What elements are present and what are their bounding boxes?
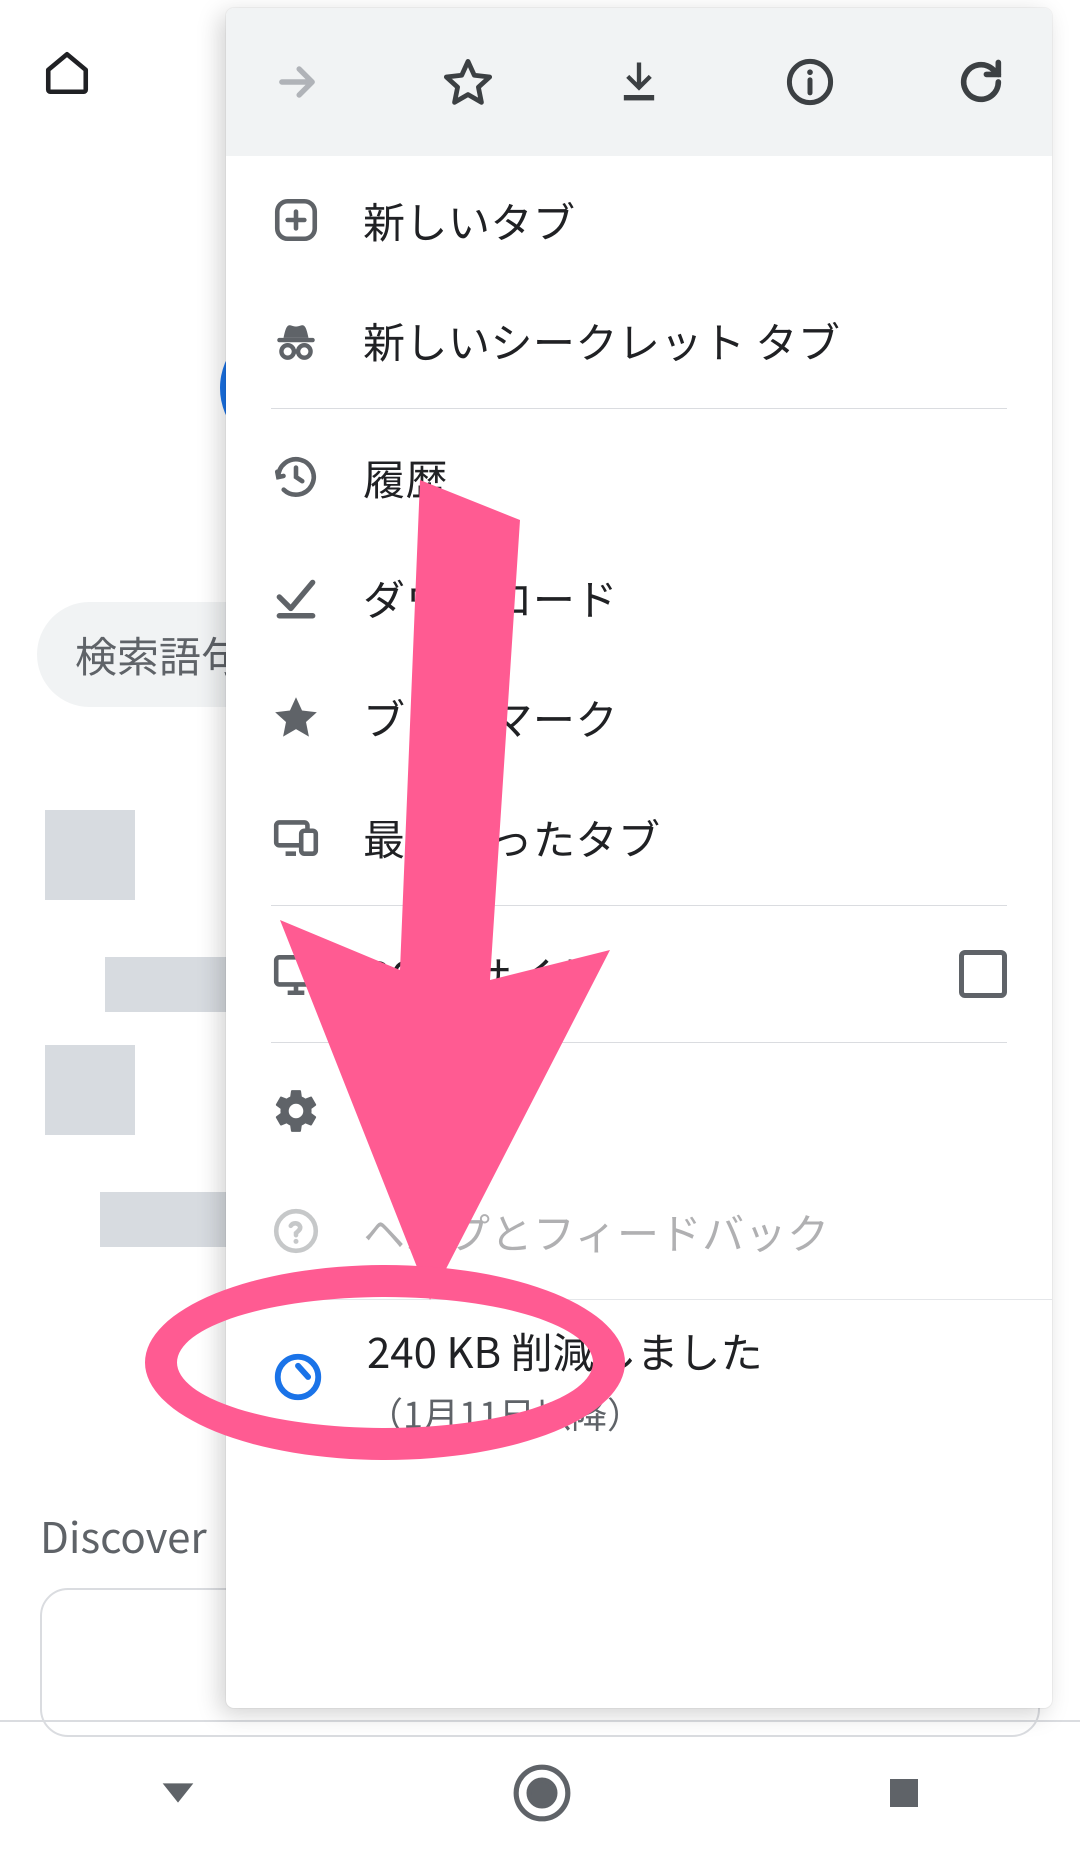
menu-item-desktop-site[interactable]: PC 版サイト (226, 914, 1052, 1034)
menu-item-label: PC 版サイト (363, 944, 597, 1005)
home-icon[interactable] (42, 48, 92, 98)
discover-heading: Discover (40, 1505, 207, 1566)
gear-icon (271, 1086, 321, 1136)
data-saver-text: 240 KB 削減しました （1月11日以降） (367, 1320, 762, 1439)
desktop-icon (271, 949, 321, 999)
shortcut-label (105, 957, 230, 1012)
menu-item-help[interactable]: ヘルプとフィードバック (226, 1171, 1052, 1291)
download-button[interactable] (613, 56, 665, 108)
recents-icon[interactable] (883, 1772, 925, 1814)
help-icon (271, 1206, 321, 1256)
menu-item-recent-tabs[interactable]: 最近使ったタブ (226, 777, 1052, 897)
home-nav-icon[interactable] (511, 1762, 573, 1824)
menu-item-incognito[interactable]: 新しいシークレット タブ (226, 280, 1052, 400)
info-button[interactable] (784, 56, 836, 108)
menu-toolbar (226, 8, 1052, 156)
search-placeholder: 検索語句 (75, 624, 243, 685)
menu-item-history[interactable]: 履歴 (226, 417, 1052, 537)
menu-item-label: 新しいタブ (363, 190, 576, 251)
menu-item-label: ブックマーク (363, 687, 618, 748)
menu-item-label: 新しいシークレット タブ (363, 310, 840, 371)
menu-item-label: ダウンロード (363, 567, 618, 628)
menu-list: 新しいタブ 新しいシークレット タブ (226, 156, 1052, 1463)
overflow-menu: 新しいタブ 新しいシークレット タブ (226, 8, 1052, 1708)
plus-box-icon (271, 195, 321, 245)
menu-item-bookmarks[interactable]: ブックマーク (226, 657, 1052, 777)
data-saver-title: 240 KB 削減しました (367, 1320, 762, 1381)
download-done-icon (271, 572, 321, 622)
forward-button[interactable] (271, 56, 323, 108)
menu-item-downloads[interactable]: ダウンロード (226, 537, 1052, 657)
star-filled-icon (271, 692, 321, 742)
divider (271, 1042, 1007, 1043)
desktop-checkbox[interactable] (959, 950, 1007, 998)
data-saver-banner[interactable]: 240 KB 削減しました （1月11日以降） (226, 1299, 1052, 1463)
android-nav-bar (0, 1730, 1080, 1855)
divider (271, 408, 1007, 409)
menu-item-label: 最近使ったタブ (363, 807, 661, 868)
star-button[interactable] (442, 56, 494, 108)
menu-item-new-tab[interactable]: 新しいタブ (226, 160, 1052, 280)
divider (271, 905, 1007, 906)
shortcut-tile[interactable] (45, 810, 135, 900)
devices-icon (271, 812, 321, 862)
reload-button[interactable] (955, 56, 1007, 108)
shortcut-label (100, 1192, 230, 1247)
incognito-icon (271, 315, 321, 365)
menu-item-label: ヘルプとフィードバック (363, 1201, 830, 1262)
back-icon[interactable] (155, 1770, 201, 1816)
separator (0, 1720, 1080, 1722)
data-saver-icon (271, 1350, 325, 1409)
menu-item-label: 設定 (363, 1081, 448, 1142)
menu-item-settings[interactable]: 設定 (226, 1051, 1052, 1171)
data-saver-subtitle: （1月11日以降） (367, 1387, 762, 1439)
history-icon (271, 452, 321, 502)
shortcut-tile[interactable] (45, 1045, 135, 1135)
menu-item-label: 履歴 (363, 447, 448, 508)
